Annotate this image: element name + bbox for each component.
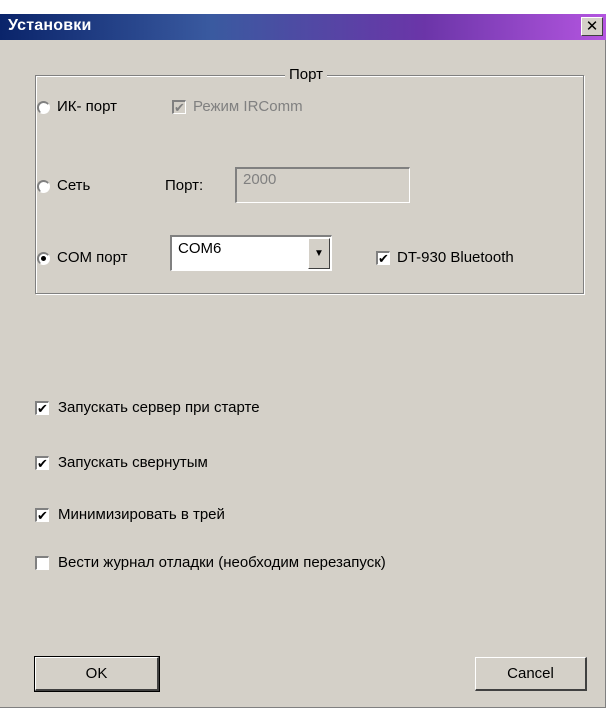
autostart-server-checkbox[interactable]: ✔ — [35, 401, 49, 415]
bluetooth-label: DT-930 Bluetooth — [397, 249, 514, 266]
com-port-select-value: COM6 — [178, 240, 222, 257]
ok-button-label: OK — [85, 665, 108, 682]
irda-mode-checkbox[interactable]: ✔ — [172, 100, 186, 114]
ok-button[interactable]: OK — [34, 656, 160, 692]
com-port-label: COM порт — [57, 249, 128, 266]
bluetooth-checkbox[interactable]: ✔ — [376, 251, 390, 265]
network-port-input[interactable]: 2000 — [235, 167, 410, 203]
close-icon: ✕ — [585, 18, 599, 35]
radio-selected-dot — [41, 256, 46, 261]
cancel-button-label: Cancel — [507, 665, 554, 682]
title-bar[interactable]: Установки ✕ — [0, 14, 606, 40]
com-port-select[interactable]: COM6 ▼ — [170, 235, 332, 271]
top-strip — [0, 0, 606, 14]
start-minimized-checkbox[interactable]: ✔ — [35, 456, 49, 470]
cancel-button[interactable]: Cancel — [475, 657, 587, 691]
irda-mode-label: Режим IRComm — [193, 98, 303, 115]
network-port-value: 2000 — [243, 171, 277, 188]
com-port-radio[interactable] — [37, 252, 50, 265]
network-label: Сеть — [57, 177, 91, 194]
network-radio[interactable] — [37, 180, 50, 193]
ir-port-label: ИК- порт — [57, 98, 118, 115]
close-button[interactable]: ✕ — [581, 17, 603, 36]
autostart-server-label: Запускать сервер при старте — [58, 399, 260, 416]
chevron-down-icon: ▼ — [314, 248, 324, 259]
debug-log-checkbox[interactable] — [35, 556, 49, 570]
port-group-legend: Порт — [285, 66, 328, 83]
debug-log-label: Вести журнал отладки (необходим перезапу… — [58, 554, 386, 571]
start-minimized-label: Запускать свернутым — [58, 454, 208, 471]
minimize-to-tray-checkbox[interactable]: ✔ — [35, 508, 49, 522]
minimize-to-tray-label: Минимизировать в трей — [58, 506, 225, 523]
network-port-label: Порт: — [165, 177, 204, 194]
window-title: Установки — [8, 17, 92, 34]
dropdown-arrow-button[interactable]: ▼ — [308, 238, 330, 269]
ir-port-radio[interactable] — [37, 101, 50, 114]
